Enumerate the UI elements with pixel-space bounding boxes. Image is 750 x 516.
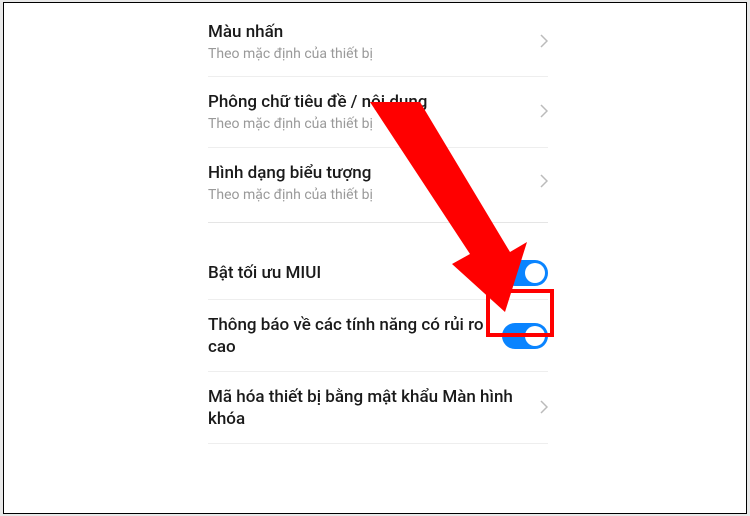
setting-row-risk-notification[interactable]: Thông báo về các tính năng có rủi ro cao (180, 300, 570, 372)
setting-row-icon-shape[interactable]: Hình dạng biểu tượng Theo mặc định của t… (180, 148, 570, 218)
section-divider (180, 218, 570, 246)
phone-screen: Màu nhấn Theo mặc định của thiết bị Phôn… (180, 7, 570, 509)
screenshot-frame: Màu nhấn Theo mặc định của thiết bị Phôn… (3, 2, 747, 514)
setting-text: Thông báo về các tính năng có rủi ro cao (208, 314, 502, 358)
toggle-knob (525, 326, 545, 346)
chevron-right-icon (540, 172, 548, 193)
setting-title: Màu nhấn (208, 21, 528, 43)
setting-title: Mã hóa thiết bị bằng mật khẩu Màn hình k… (208, 386, 528, 430)
setting-row-accent-color[interactable]: Màu nhấn Theo mặc định của thiết bị (180, 7, 570, 77)
chevron-right-icon (540, 32, 548, 53)
setting-subtitle: Theo mặc định của thiết bị (208, 115, 528, 133)
setting-text: Phông chữ tiêu đề / nội dung Theo mặc đị… (208, 91, 540, 133)
chevron-right-icon (540, 102, 548, 123)
setting-text: Màu nhấn Theo mặc định của thiết bị (208, 21, 540, 63)
setting-title: Hình dạng biểu tượng (208, 162, 528, 184)
toggle-miui-optimization[interactable] (502, 260, 548, 286)
setting-row-font[interactable]: Phông chữ tiêu đề / nội dung Theo mặc đị… (180, 77, 570, 147)
setting-title: Thông báo về các tính năng có rủi ro cao (208, 314, 490, 358)
setting-subtitle: Theo mặc định của thiết bị (208, 45, 528, 63)
toggle-risk-notification[interactable] (502, 323, 548, 349)
setting-row-encrypt-device[interactable]: Mã hóa thiết bị bằng mật khẩu Màn hình k… (180, 372, 570, 444)
setting-row-miui-optimization[interactable]: Bật tối ưu MIUI (180, 246, 570, 300)
setting-text: Hình dạng biểu tượng Theo mặc định của t… (208, 162, 540, 204)
setting-subtitle: Theo mặc định của thiết bị (208, 186, 528, 204)
toggle-knob (525, 263, 545, 283)
setting-text: Bật tối ưu MIUI (208, 262, 502, 284)
chevron-right-icon (540, 398, 548, 419)
setting-title: Phông chữ tiêu đề / nội dung (208, 91, 528, 113)
settings-list: Màu nhấn Theo mặc định của thiết bị Phôn… (180, 7, 570, 444)
setting-text: Mã hóa thiết bị bằng mật khẩu Màn hình k… (208, 386, 540, 430)
setting-title: Bật tối ưu MIUI (208, 262, 490, 284)
